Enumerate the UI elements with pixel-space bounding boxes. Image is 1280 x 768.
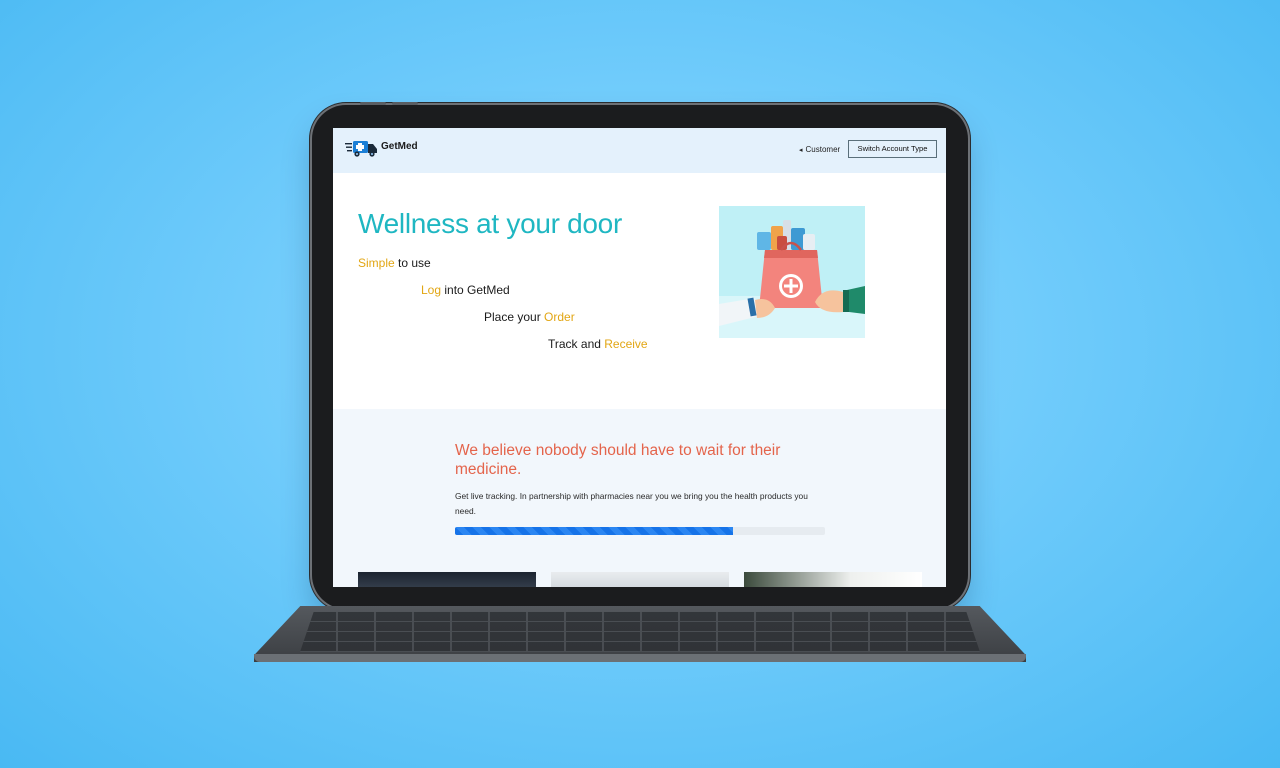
step-order: Place your Order [484, 310, 575, 324]
keyboard-rows [300, 612, 980, 652]
step-text: to use [394, 256, 431, 270]
step-log: Log into GetMed [421, 283, 510, 297]
medicine-delivery-illustration [719, 206, 865, 338]
hero-title: Wellness at your door [358, 208, 622, 239]
step-highlight: Order [544, 310, 575, 324]
feature-card-image[interactable] [551, 572, 729, 587]
keyboard-edge [254, 654, 1026, 662]
top-navbar: GetMed ◂ Customer Switch Account Type [333, 128, 946, 173]
app-screen: GetMed ◂ Customer Switch Account Type Wel… [333, 128, 946, 587]
feature-card-image[interactable] [744, 572, 922, 587]
volume-button [392, 102, 418, 105]
feature-card-image[interactable] [358, 572, 536, 587]
step-highlight: Simple [358, 256, 395, 270]
caret-left-icon: ◂ [799, 147, 803, 154]
account-role-label: Customer [805, 145, 841, 154]
mission-section: We believe nobody should have to wait fo… [333, 409, 946, 587]
account-type-indicator[interactable]: ◂ Customer [799, 145, 840, 154]
progress-bar-fill [455, 527, 733, 535]
mission-title: We believe nobody should have to wait fo… [455, 442, 781, 478]
progress-bar [455, 527, 825, 535]
volume-button [360, 102, 386, 105]
step-text: Track and [548, 337, 605, 351]
step-highlight: Receive [604, 337, 648, 351]
switch-account-type-button[interactable]: Switch Account Type [848, 140, 937, 158]
mission-description: Get live tracking. In partnership with p… [455, 491, 808, 516]
step-simple: Simple to use [358, 256, 431, 270]
delivery-truck-logo-icon[interactable] [345, 137, 379, 159]
step-highlight: Log [421, 283, 442, 297]
brand-name[interactable]: GetMed [381, 141, 418, 152]
step-receive: Track and Receive [548, 337, 648, 351]
step-text: Place your [484, 310, 545, 324]
step-text: into GetMed [441, 283, 510, 297]
